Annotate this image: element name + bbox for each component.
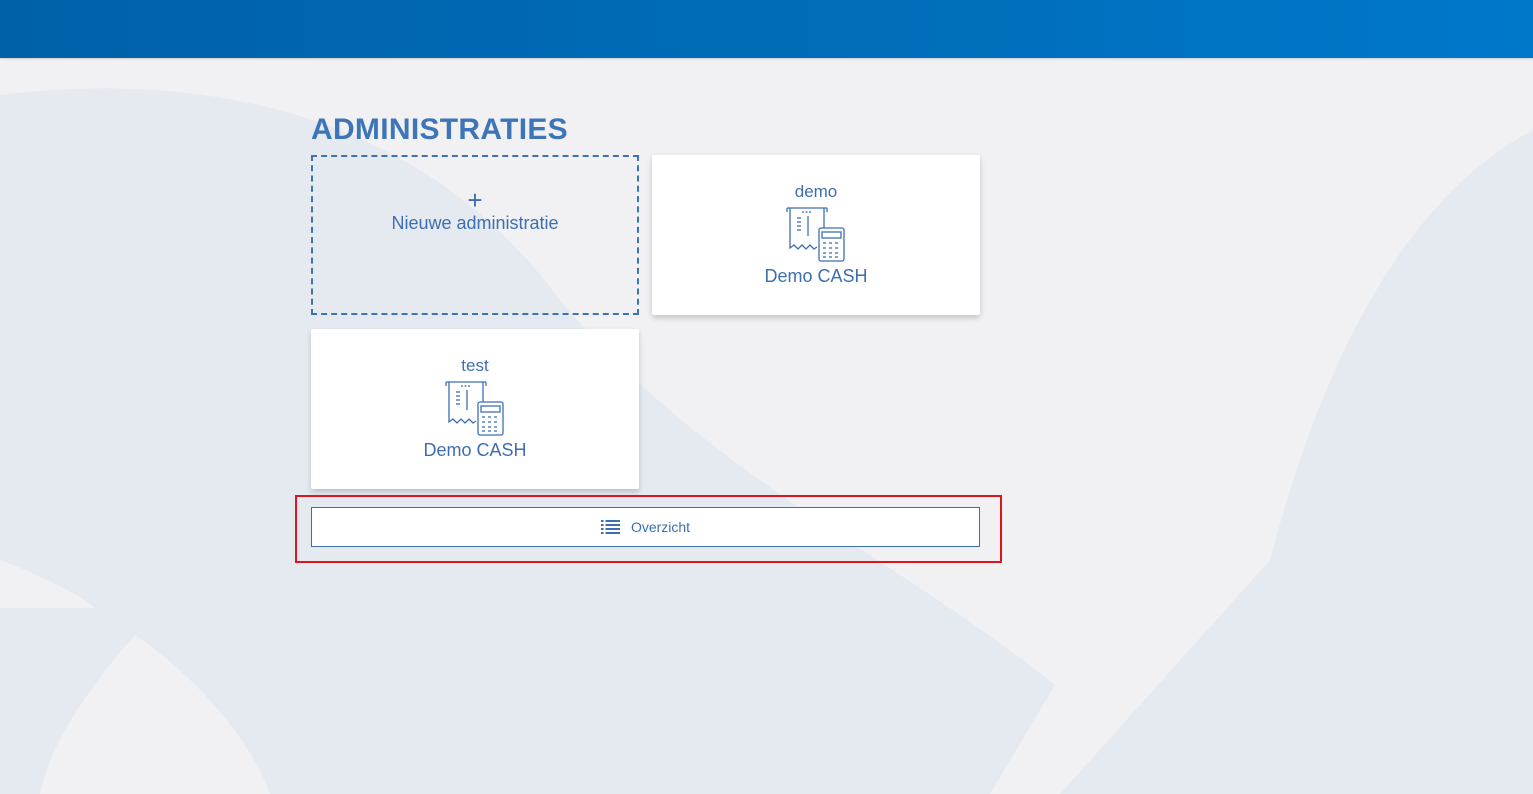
administrations-section: ADMINISTRATIES + Nieuwe administratie de… [295, 110, 1002, 563]
overview-button-label: Overzicht [630, 519, 691, 535]
administration-type: Demo CASH [423, 440, 527, 460]
plus-icon: + [467, 185, 483, 215]
administration-tile-test[interactable]: test Demo CASH [311, 329, 639, 489]
new-administration-tile[interactable]: + Nieuwe administratie [311, 155, 639, 315]
administration-tile-demo[interactable]: demo Demo CASH [652, 155, 980, 315]
overview-button[interactable]: Overzicht [311, 507, 980, 547]
administration-name: test [461, 356, 489, 375]
cash-register-calculator-icon [786, 207, 845, 262]
new-administration-label: Nieuwe administratie [391, 213, 559, 233]
top-navigation-bar [0, 0, 1533, 58]
cash-register-calculator-icon [445, 381, 504, 436]
administration-type: Demo CASH [764, 266, 868, 286]
list-icon [600, 520, 620, 534]
administration-name: demo [794, 182, 838, 201]
page-title: ADMINISTRATIES [311, 113, 568, 146]
